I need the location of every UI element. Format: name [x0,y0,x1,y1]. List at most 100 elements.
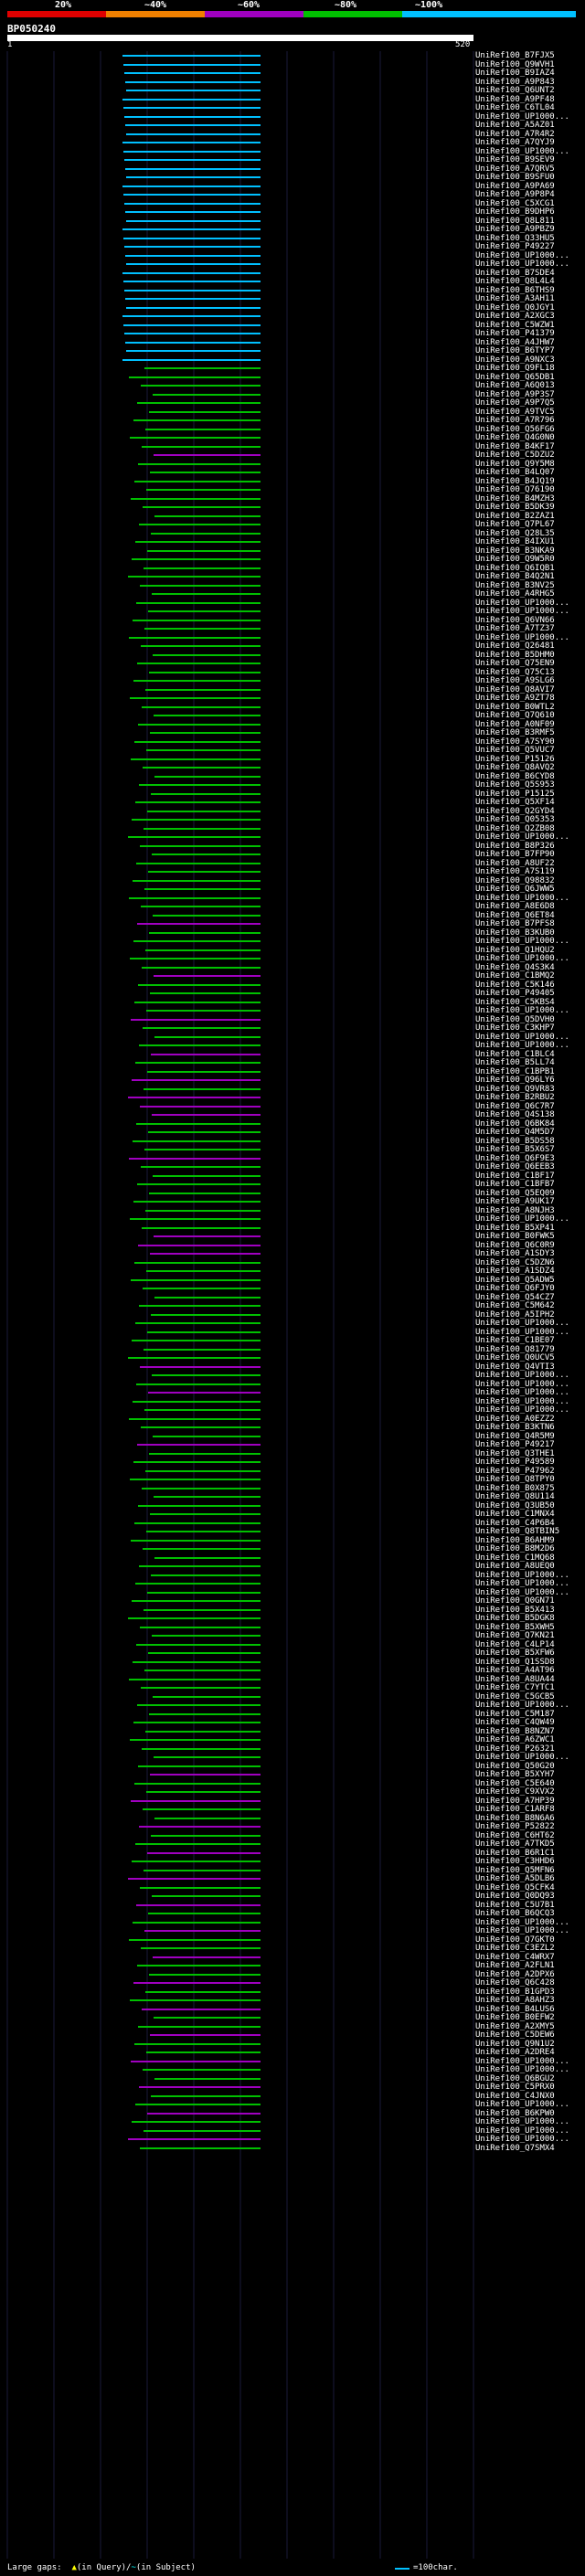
hit-alignment-bar[interactable] [131,758,261,760]
hit-alignment-bar[interactable] [136,1383,261,1385]
hit-alignment-bar[interactable] [147,1330,261,1333]
hit-alignment-bar[interactable] [140,1365,261,1368]
hit-alignment-bar[interactable] [153,1695,261,1698]
hit-alignment-bar[interactable] [147,1070,261,1073]
hit-alignment-bar[interactable] [150,2034,261,2036]
hit-alignment-bar[interactable] [137,1183,261,1185]
hit-alignment-bar[interactable] [148,1913,261,1914]
hit-alignment-bar[interactable] [129,896,261,899]
hit-alignment-bar[interactable] [150,732,261,734]
hit-alignment-bar[interactable] [133,1140,261,1142]
hit-alignment-bar[interactable] [143,1808,261,1810]
hit-alignment-bar[interactable] [154,1035,261,1038]
hit-alignment-bar[interactable] [123,194,261,196]
hit-alignment-bar[interactable] [149,410,261,413]
hit-alignment-bar[interactable] [122,55,261,57]
hit-alignment-bar[interactable] [151,792,261,795]
hit-alignment-bar[interactable] [126,90,261,91]
hit-alignment-bar[interactable] [125,341,261,344]
hit-alignment-bar[interactable] [154,1817,261,1819]
hit-alignment-bar[interactable] [128,1617,261,1619]
hit-alignment-bar[interactable] [154,1556,261,1559]
hit-alignment-bar[interactable] [136,1122,261,1125]
hit-alignment-bar[interactable] [144,628,261,630]
hit-alignment-bar[interactable] [154,1756,261,1758]
hit-alignment-bar[interactable] [153,1174,261,1177]
hit-alignment-bar[interactable] [137,1965,261,1966]
hit-alignment-bar[interactable] [147,810,261,812]
hit-alignment-bar[interactable] [130,1999,261,2001]
hit-alignment-bar[interactable] [134,2042,261,2045]
hit-alignment-bar[interactable] [144,827,261,830]
hit-alignment-bar[interactable] [122,98,261,101]
hit-alignment-bar[interactable] [137,402,261,404]
hit-alignment-bar[interactable] [153,1956,261,1958]
hit-alignment-bar[interactable] [130,1218,261,1220]
hit-alignment-bar[interactable] [152,593,261,595]
hit-alignment-bar[interactable] [141,906,261,907]
hit-alignment-bar[interactable] [130,1479,261,1480]
hit-alignment-bar[interactable] [129,1417,261,1420]
hit-alignment-bar[interactable] [134,1521,261,1524]
hit-alignment-bar[interactable] [144,567,261,569]
hit-alignment-bar[interactable] [138,983,261,986]
hit-alignment-bar[interactable] [128,1097,261,1098]
hit-alignment-bar[interactable] [122,142,261,143]
hit-alignment-bar[interactable] [124,246,261,248]
hit-alignment-bar[interactable] [142,705,261,708]
hit-alignment-bar[interactable] [131,1278,261,1281]
hit-alignment-bar[interactable] [138,462,261,465]
hit-alignment-bar[interactable] [134,740,261,743]
hit-alignment-bar[interactable] [145,428,261,430]
hit-alignment-bar[interactable] [151,1053,261,1055]
hit-alignment-bar[interactable] [133,1982,261,1984]
hit-alignment-bar[interactable] [136,1903,261,1906]
hit-alignment-bar[interactable] [138,2025,261,2028]
hit-alignment-bar[interactable] [132,558,261,560]
hit-alignment-bar[interactable] [130,1739,261,1741]
hit-alignment-bar[interactable] [135,1322,261,1324]
hit-alignment-bar[interactable] [151,532,261,535]
hit-alignment-bar[interactable] [150,1513,261,1515]
hit-alignment-bar[interactable] [123,237,261,239]
hit-alignment-bar[interactable] [134,1001,261,1003]
hit-alignment-bar[interactable] [129,1157,261,1160]
hit-alignment-bar[interactable] [133,1400,261,1403]
hit-alignment-bar[interactable] [149,671,261,673]
hit-alignment-bar[interactable] [143,767,261,769]
hit-alignment-bar[interactable] [126,350,261,352]
hit-alignment-bar[interactable] [136,601,261,604]
hit-alignment-bar[interactable] [152,853,261,855]
hit-alignment-bar[interactable] [125,80,261,83]
hit-alignment-bar[interactable] [131,1539,261,1542]
hit-alignment-bar[interactable] [125,167,261,170]
hit-alignment-bar[interactable] [144,1348,261,1351]
hit-alignment-bar[interactable] [144,2129,261,2132]
hit-alignment-bar[interactable] [126,176,261,178]
hit-alignment-bar[interactable] [151,1313,261,1316]
hit-alignment-bar[interactable] [143,2069,261,2071]
hit-alignment-bar[interactable] [135,801,261,803]
hit-alignment-bar[interactable] [145,688,261,691]
hit-alignment-bar[interactable] [133,1660,261,1663]
hit-alignment-bar[interactable] [144,1930,261,1932]
hit-alignment-bar[interactable] [143,1027,261,1029]
hit-alignment-bar[interactable] [148,1392,261,1394]
hit-alignment-bar[interactable] [125,124,261,126]
hit-alignment-bar[interactable] [153,653,261,656]
hit-alignment-bar[interactable] [143,1288,261,1289]
hit-alignment-bar[interactable] [142,1487,261,1489]
hit-alignment-bar[interactable] [154,715,261,716]
hit-alignment-bar[interactable] [132,1079,261,1081]
hit-alignment-bar[interactable] [124,72,261,74]
hit-alignment-bar[interactable] [145,1209,261,1212]
hit-alignment-bar[interactable] [140,844,261,847]
hit-alignment-bar[interactable] [151,1574,261,1576]
hit-alignment-bar[interactable] [146,749,261,751]
hit-label[interactable]: UniRef100_Q7SMX4 [475,2144,555,2154]
hit-alignment-bar[interactable] [123,107,261,109]
hit-alignment-bar[interactable] [144,1409,261,1411]
hit-alignment-bar[interactable] [154,2077,261,2080]
hit-alignment-bar[interactable] [132,1600,261,1602]
hit-alignment-bar[interactable] [128,576,261,578]
